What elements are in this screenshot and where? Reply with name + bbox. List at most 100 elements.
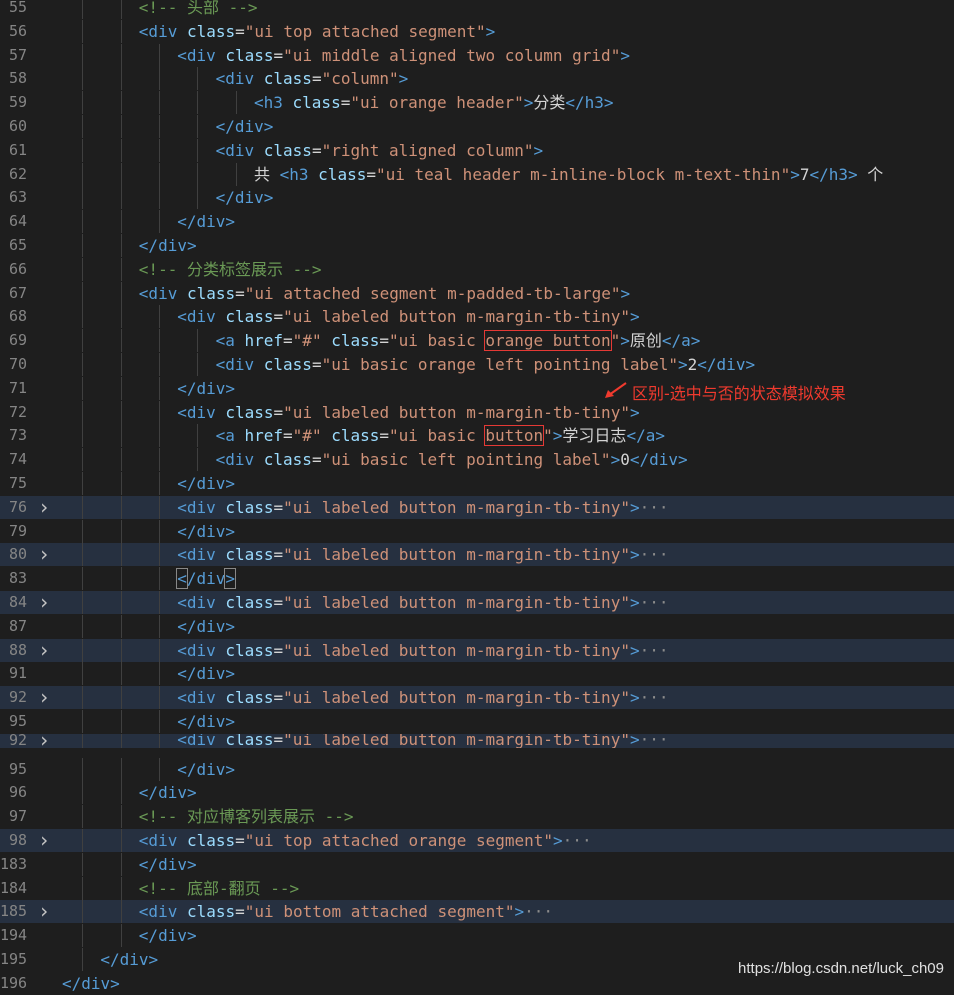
code-text: </div> <box>100 948 158 971</box>
code-line[interactable]: 183 </div> <box>0 852 954 876</box>
code-line[interactable]: 68 <div class="ui labeled button m-margin… <box>0 305 954 329</box>
chevron-right-icon[interactable]: › <box>37 543 51 566</box>
code-line[interactable]: 74 <div class="ui basic left pointing lab… <box>0 448 954 472</box>
line-number: 88 <box>8 640 27 659</box>
code-token: ··· <box>562 831 592 850</box>
code-line[interactable]: 72 <div class="ui labeled button m-margin… <box>0 400 954 424</box>
line-number: 98 <box>8 831 27 849</box>
indent-guide <box>82 67 84 91</box>
indent-guide <box>197 138 199 162</box>
code-line[interactable]: 57 <div class="ui middle aligned two colu… <box>0 43 954 67</box>
code-line[interactable]: 97 <!-- 对应博客列表展示 --> <box>0 805 954 829</box>
code-line[interactable]: 63 </div> <box>0 186 954 210</box>
code-line[interactable]: 96 </div> <box>0 781 954 805</box>
code-token: class <box>263 69 312 89</box>
indent-guide <box>82 186 84 210</box>
code-text: <a href="#" class="ui basic button">学习日志… <box>216 424 665 447</box>
code-line[interactable]: 80 › <div class="ui labeled button m-margi… <box>0 543 954 567</box>
code-token: class <box>225 640 274 660</box>
code-line[interactable]: 76 › <div class="ui labeled button m-margi… <box>0 495 954 519</box>
code-token: <div <box>177 688 226 708</box>
code-line[interactable]: 79 </div> <box>0 519 954 543</box>
code-token: > <box>629 593 640 612</box>
indent-guide <box>82 162 84 186</box>
indent-guide <box>197 448 199 472</box>
indent-guide <box>120 91 122 115</box>
code-editor[interactable]: 55 <!-- 头部 --> 56 <div class="ui top attach… <box>0 0 954 993</box>
code-text: <div class="ui top attached orange segme… <box>139 829 592 852</box>
code-line[interactable]: 59 <h3 class="ui orange header">分类</h3> <box>0 91 954 115</box>
code-line[interactable]: 88 › <div class="ui labeled button m-margi… <box>0 638 954 662</box>
code-line[interactable]: 60 </div> <box>0 115 954 138</box>
code-line[interactable]: 185 › <div class="ui bottom attached segme… <box>0 900 954 924</box>
code-line[interactable]: 91 </div> <box>0 662 954 686</box>
code-token: = <box>273 688 284 708</box>
indent-guide <box>82 210 84 234</box>
watermark: https://blog.csdn.net/luck_ch09 <box>738 960 944 977</box>
indent-guide <box>120 115 122 138</box>
indent-guide <box>159 186 160 210</box>
indent-guide <box>159 91 160 115</box>
code-line[interactable]: 67 <div class="ui attached segment m-padd… <box>0 281 954 305</box>
code-line[interactable]: 65 </div> <box>0 234 954 257</box>
indent-guide <box>82 43 84 67</box>
code-token: 0 <box>620 450 630 470</box>
indent-guide <box>120 400 122 424</box>
indent-guide <box>82 662 84 686</box>
code-line[interactable]: 83 </div> <box>0 567 954 591</box>
code-token: class <box>225 402 274 422</box>
chevron-right-icon[interactable]: › <box>37 638 51 662</box>
code-text: <div class="ui labeled button m-margin-t… <box>177 305 639 328</box>
indent-guide <box>120 376 122 400</box>
indent-guide <box>159 162 160 186</box>
code-token: "ui basic <box>389 331 486 351</box>
chevron-right-icon[interactable]: › <box>37 495 51 519</box>
indent-guide <box>197 115 199 138</box>
code-line[interactable]: 75 </div> <box>0 472 954 495</box>
code-text: </div> <box>177 710 235 733</box>
code-line[interactable]: 98 › <div class="ui top attached orange se… <box>0 829 954 852</box>
code-line[interactable]: 56 <div class="ui top attached segment"> <box>0 19 954 43</box>
code-text: </div> <box>177 520 235 543</box>
code-line[interactable]: 55 <!-- 头部 --> <box>0 0 954 19</box>
indent-guide <box>120 829 122 852</box>
code-token: = <box>283 331 293 351</box>
code-line[interactable]: 95 </div> <box>0 757 954 781</box>
indent-guide <box>120 543 122 567</box>
chevron-right-icon[interactable]: › <box>37 686 51 709</box>
indent-guide <box>120 757 122 781</box>
code-line[interactable]: 87 </div> <box>0 614 954 638</box>
code-line[interactable]: 73 <a href="#" class="ui basic button">学习… <box>0 424 954 448</box>
line-number: 59 <box>8 93 27 112</box>
chevron-right-icon[interactable]: › <box>37 591 51 614</box>
code-line[interactable]: 92 › <div class="ui labeled button m-margi… <box>0 733 954 748</box>
indent-guide <box>120 638 122 662</box>
code-line[interactable]: 194 </div> <box>0 924 954 948</box>
code-line[interactable]: 62 共 <h3 class="ui teal header m-inline-b… <box>0 162 954 186</box>
code-token: 个 <box>857 164 884 184</box>
code-line[interactable]: 92 › <div class="ui labeled button m-margi… <box>0 686 954 710</box>
code-token: "ui middle aligned two column grid" <box>283 45 621 65</box>
code-token: ··· <box>639 545 669 565</box>
line-number: 57 <box>8 45 27 64</box>
code-text: <!-- 头部 --> <box>139 0 258 19</box>
code-token: <div <box>215 69 264 89</box>
chevron-right-icon[interactable]: › <box>37 900 51 923</box>
code-token: class <box>225 593 274 612</box>
code-line[interactable]: 61 <div class="right aligned column"> <box>0 138 954 162</box>
code-line[interactable]: 64 </div> <box>0 210 954 234</box>
line-number: 87 <box>8 616 27 635</box>
code-line[interactable]: 69 <a href="#" class="ui basic orange but… <box>0 329 954 353</box>
code-token: class <box>186 831 236 850</box>
code-line[interactable]: 58 <div class="column"> <box>0 67 954 91</box>
code-line[interactable]: 184 <!-- 底部-翻页 --> <box>0 876 954 900</box>
code-line[interactable]: 84 › <div class="ui labeled button m-margi… <box>0 591 954 614</box>
code-line[interactable]: 70 <div class="ui basic orange left point… <box>0 353 954 376</box>
code-line[interactable]: 66 <!-- 分类标签展示 --> <box>0 257 954 281</box>
code-line[interactable]: 95 </div> <box>0 710 954 733</box>
code-token: = <box>366 164 376 184</box>
code-token: </div> <box>215 117 274 136</box>
chevron-right-icon[interactable]: › <box>37 734 51 748</box>
chevron-right-icon[interactable]: › <box>37 829 51 852</box>
indent-guide <box>159 353 160 376</box>
